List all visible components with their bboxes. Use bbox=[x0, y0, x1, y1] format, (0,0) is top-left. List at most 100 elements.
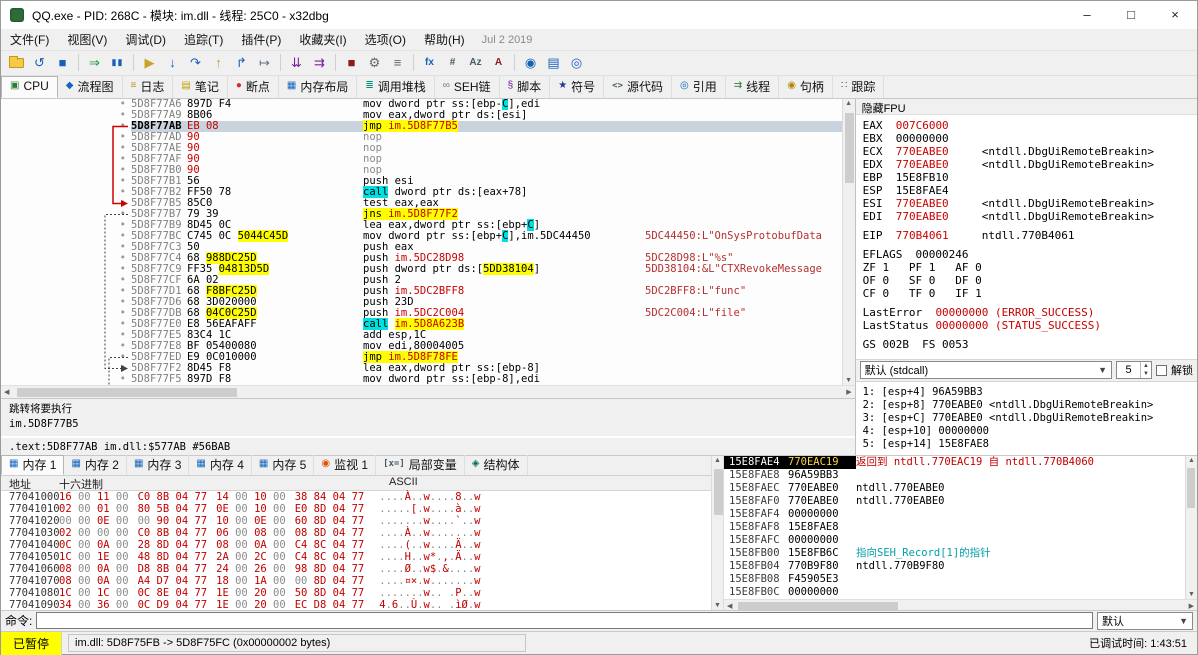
step-over-icon[interactable]: ↷ bbox=[185, 52, 206, 73]
stack-row[interactable]: 15E8FB0C 00000000 bbox=[724, 586, 1185, 599]
disasm-row[interactable]: • 5D8F77F5 897D F8 mov dword ptr ss:[ebp-8]… bbox=[1, 373, 842, 385]
step-into-icon[interactable]: ↓ bbox=[162, 52, 183, 73]
breakpoint-dot-icon[interactable]: • bbox=[1, 274, 131, 286]
stack-argument-line[interactable]: 5: [esp+14] 15E8FAE8 bbox=[863, 438, 1197, 451]
register-line[interactable]: CF 0 TF 0 IF 1 bbox=[863, 287, 1197, 300]
tab-memory-map[interactable]: ▦ 内存布局 bbox=[279, 75, 358, 98]
breakpoint-dot-icon[interactable]: • bbox=[1, 362, 131, 374]
unlock-checkbox[interactable]: 解锁 bbox=[1156, 362, 1193, 378]
dump-row[interactable]: 77041030 02 00 00 00 C0 8B 04 77 06 00 08 0… bbox=[1, 527, 711, 539]
open-file-icon[interactable] bbox=[6, 52, 27, 73]
scroll-right-icon[interactable]: ▶ bbox=[846, 388, 851, 396]
breakpoint-dot-icon[interactable]: • bbox=[1, 142, 131, 154]
dump-rows[interactable]: 77041000 16 00 11 00 C0 8B 04 77 14 00 10 0… bbox=[1, 490, 711, 611]
stack-argument-line[interactable]: 1: [esp+4] 96A59BB3 bbox=[863, 386, 1197, 399]
tab-locals[interactable]: [x=] 局部变量 bbox=[376, 454, 465, 475]
scroll-up-icon[interactable]: ▲ bbox=[712, 457, 723, 464]
disassembly-horizontal-scrollbar[interactable]: ◀ ▶ bbox=[1, 384, 855, 398]
register-line[interactable]: EIP 770B4061 ntdll.770B4061 bbox=[863, 229, 1197, 242]
register-line[interactable]: LastStatus 00000000 (STATUS_SUCCESS) bbox=[863, 319, 1197, 332]
run-to-user-code-icon[interactable]: ▶ bbox=[139, 52, 160, 73]
registers-list[interactable]: EAX 007C6000 EBX 00000000 ECX 770EABE0 <nt… bbox=[856, 115, 1197, 359]
preferences-icon[interactable]: ≡ bbox=[387, 52, 408, 73]
run-icon[interactable]: ⇒ bbox=[84, 52, 105, 73]
stack-row[interactable]: 15E8FAFC 00000000 bbox=[724, 534, 1185, 547]
tab-graph[interactable]: ◆ 流程图 bbox=[58, 75, 123, 98]
checkbox-icon[interactable] bbox=[1156, 364, 1167, 376]
stack-horizontal-scrollbar[interactable]: ◀ ▶ bbox=[724, 598, 1197, 610]
tab-references[interactable]: ◎ 引用 bbox=[672, 75, 726, 98]
tab-threads[interactable]: ⇉ 线程 bbox=[726, 75, 780, 98]
stack-argument-line[interactable]: 2: [esp+8] 770EABE0 <ntdll.DbgUiRemoteBr… bbox=[863, 399, 1197, 412]
breakpoint-dot-icon[interactable]: • bbox=[1, 175, 131, 187]
search-icon[interactable]: ◉ bbox=[520, 52, 541, 73]
patch-icon[interactable]: ■ bbox=[341, 52, 362, 73]
scrollbar-thumb[interactable] bbox=[844, 112, 854, 183]
register-line[interactable]: ESI 770EABE0 <ntdll.DbgUiRemoteBreakin> bbox=[863, 197, 1197, 210]
register-line[interactable]: OF 0 SF 0 DF 0 bbox=[863, 274, 1197, 287]
stack-row[interactable]: 15E8FAF4 00000000 bbox=[724, 508, 1185, 521]
disasm-row[interactable]: • 5D8F77C9 FF35 04813D5D push dword ptr ds:… bbox=[1, 262, 842, 275]
scroll-up-icon[interactable]: ▲ bbox=[1186, 457, 1197, 464]
dump-row[interactable]: 77041080 1C 00 1C 00 0C 8E 04 77 1E 00 20 0… bbox=[1, 587, 711, 599]
stack-rows[interactable]: 15E8FAE4 770EAC19 返回到 ntdll.770EAC19 自 ntd… bbox=[724, 455, 1185, 599]
register-line[interactable]: GS 002B FS 0053 bbox=[863, 338, 1197, 351]
scroll-up-icon[interactable]: ▲ bbox=[843, 100, 855, 107]
scrollbar-thumb[interactable] bbox=[17, 387, 237, 397]
tab-script[interactable]: § 脚本 bbox=[500, 75, 551, 98]
tab-cpu[interactable]: ▣ CPU bbox=[1, 75, 58, 98]
scroll-down-icon[interactable]: ▼ bbox=[843, 377, 855, 384]
breakpoint-dot-icon[interactable]: • bbox=[1, 340, 131, 352]
tab-source[interactable]: <> 源代码 bbox=[604, 75, 673, 98]
tab-seh[interactable]: ∞ SEH链 bbox=[435, 75, 500, 98]
stack-arguments-panel[interactable]: 1: [esp+4] 96A59BB3 2: [esp+8] 770EABE0 <… bbox=[855, 380, 1197, 455]
breakpoint-dot-icon[interactable]: • bbox=[1, 99, 131, 110]
scroll-right-icon[interactable]: ▶ bbox=[1189, 602, 1194, 610]
tab-watch-1[interactable]: ◉ 监视 1 bbox=[314, 454, 377, 475]
scroll-left-icon[interactable]: ◀ bbox=[4, 388, 9, 396]
disassembly-view[interactable]: • 5D8F77A6 897D F4 mov dword ptr ss:[ebp-C]… bbox=[1, 98, 842, 385]
tab-dump-5[interactable]: ▦ 内存 5 bbox=[252, 454, 315, 475]
function-icon[interactable]: fx bbox=[419, 52, 440, 73]
menu-item[interactable]: 选项(O) bbox=[356, 28, 415, 51]
stack-row[interactable]: 15E8FB04 770B9F80 ntdll.770B9F80 bbox=[724, 560, 1185, 573]
tab-trace[interactable]: ∷ 跟踪 bbox=[833, 75, 885, 98]
disasm-row[interactable]: • 5D8F77AF 90 nop bbox=[1, 153, 842, 165]
breakpoint-dot-icon[interactable]: • bbox=[1, 296, 131, 308]
stack-row[interactable]: 15E8FAF0 770EABE0 ntdll.770EABE0 bbox=[724, 495, 1185, 508]
case-icon[interactable]: Az bbox=[465, 52, 486, 73]
breakpoint-dot-icon[interactable]: • bbox=[1, 131, 131, 143]
tab-log[interactable]: ≡ 日志 bbox=[123, 75, 174, 98]
dump-row[interactable]: 77041040 0C 00 0A 00 28 8D 04 77 08 00 0A 0… bbox=[1, 539, 711, 551]
breakpoint-dot-icon[interactable]: • bbox=[1, 329, 131, 341]
register-line[interactable]: LastError 00000000 (ERROR_SUCCESS) bbox=[863, 306, 1197, 319]
register-line[interactable]: EFLAGS 00000246 bbox=[863, 248, 1197, 261]
minimize-button[interactable]: – bbox=[1065, 1, 1109, 29]
register-line[interactable]: EBX 00000000 bbox=[863, 132, 1197, 145]
breakpoint-dot-icon[interactable]: • bbox=[1, 241, 131, 253]
tab-notes[interactable]: ▤ 笔记 bbox=[173, 75, 228, 98]
register-line[interactable]: EAX 007C6000 bbox=[863, 119, 1197, 132]
disassembly-vertical-scrollbar[interactable]: ▲ ▼ bbox=[841, 98, 855, 385]
execute-till-return-icon[interactable]: ↱ bbox=[231, 52, 252, 73]
breakpoint-dot-icon[interactable]: • bbox=[1, 208, 131, 220]
breakpoint-dot-icon[interactable]: • bbox=[1, 263, 131, 275]
menu-item[interactable]: 插件(P) bbox=[232, 28, 290, 51]
tab-dump-3[interactable]: ▦ 内存 3 bbox=[127, 454, 190, 475]
breakpoint-dot-icon[interactable]: • bbox=[1, 318, 131, 330]
stack-argument-line[interactable]: 4: [esp+10] 00000000 bbox=[863, 425, 1197, 438]
menu-item[interactable]: 追踪(T) bbox=[175, 28, 232, 51]
step-out-icon[interactable]: ↑ bbox=[208, 52, 229, 73]
restart-icon[interactable]: ↺ bbox=[29, 52, 50, 73]
breakpoint-dot-icon[interactable]: • bbox=[1, 252, 131, 264]
scroll-left-icon[interactable]: ◀ bbox=[727, 602, 732, 610]
trace-into-icon[interactable]: ⇊ bbox=[286, 52, 307, 73]
tab-symbols[interactable]: ★ 符号 bbox=[550, 75, 605, 98]
tab-dump-4[interactable]: ▦ 内存 4 bbox=[189, 454, 252, 475]
disasm-row[interactable]: • 5D8F77AD 90 nop bbox=[1, 131, 842, 143]
tab-dump-1[interactable]: ▦ 内存 1 bbox=[1, 454, 65, 475]
tab-dump-2[interactable]: ▦ 内存 2 bbox=[64, 454, 127, 475]
stack-row[interactable]: 15E8FAF8 15E8FAE8 bbox=[724, 521, 1185, 534]
breakpoint-dot-icon[interactable]: • bbox=[1, 219, 131, 231]
pause-icon[interactable]: ▮▮ bbox=[107, 52, 128, 73]
